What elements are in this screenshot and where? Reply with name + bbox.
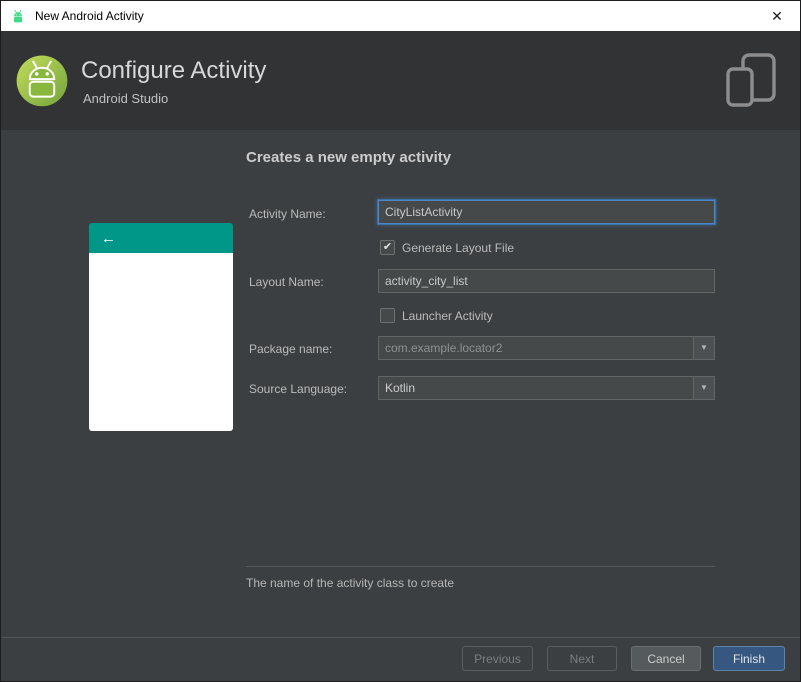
check-icon: ✔ [382,241,393,253]
layout-name-label: Layout Name: [249,275,324,289]
cancel-button[interactable]: Cancel [631,646,701,671]
new-android-activity-dialog: New Android Activity ✕ Configure Activit… [0,0,801,682]
launcher-activity-row: ✔ Launcher Activity [380,308,493,323]
back-arrow-icon: ← [101,229,116,247]
layout-name-input[interactable] [378,269,715,293]
preview-appbar: ← [89,223,233,253]
generate-layout-label: Generate Layout File [402,240,515,255]
package-dropdown-button[interactable]: ▼ [693,337,714,359]
package-name-value: com.example.locator2 [385,341,503,355]
generate-layout-checkbox[interactable]: ✔ [380,240,395,255]
form-separator [246,566,715,567]
activity-preview-thumbnail: ← [89,223,233,431]
next-button[interactable]: Next [547,646,617,671]
package-name-label: Package name: [249,342,333,356]
package-name-combo[interactable]: com.example.locator2 ▼ [378,336,715,360]
wizard-title: Configure Activity [81,57,267,84]
buttonbar-separator [1,637,800,638]
wizard-header: Configure Activity Android Studio [1,31,800,130]
source-language-combo[interactable]: Kotlin ▼ [378,376,715,400]
android-studio-logo-icon [14,51,70,114]
generate-layout-row: ✔ Generate Layout File [380,240,514,255]
phone-tablet-icon [726,53,778,112]
source-language-value: Kotlin [385,381,416,395]
window-title: New Android Activity [35,9,144,23]
previous-button[interactable]: Previous [462,646,533,671]
preview-content-area [89,253,233,431]
language-dropdown-button[interactable]: ▼ [693,377,714,399]
wizard-subtitle: Android Studio [83,91,169,106]
chevron-down-icon: ▼ [700,383,708,392]
field-hint-text: The name of the activity class to create [246,576,455,590]
close-icon[interactable]: ✕ [754,1,800,31]
android-robot-icon [9,7,27,25]
activity-name-input[interactable] [378,200,715,224]
activity-name-label: Activity Name: [249,207,326,221]
window-titlebar: New Android Activity ✕ [1,1,800,31]
finish-button[interactable]: Finish [713,646,785,671]
launcher-activity-checkbox[interactable]: ✔ [380,308,395,323]
source-language-label: Source Language: [249,382,348,396]
launcher-activity-label: Launcher Activity [402,308,493,323]
page-title: Creates a new empty activity [246,149,452,166]
chevron-down-icon: ▼ [700,343,708,352]
